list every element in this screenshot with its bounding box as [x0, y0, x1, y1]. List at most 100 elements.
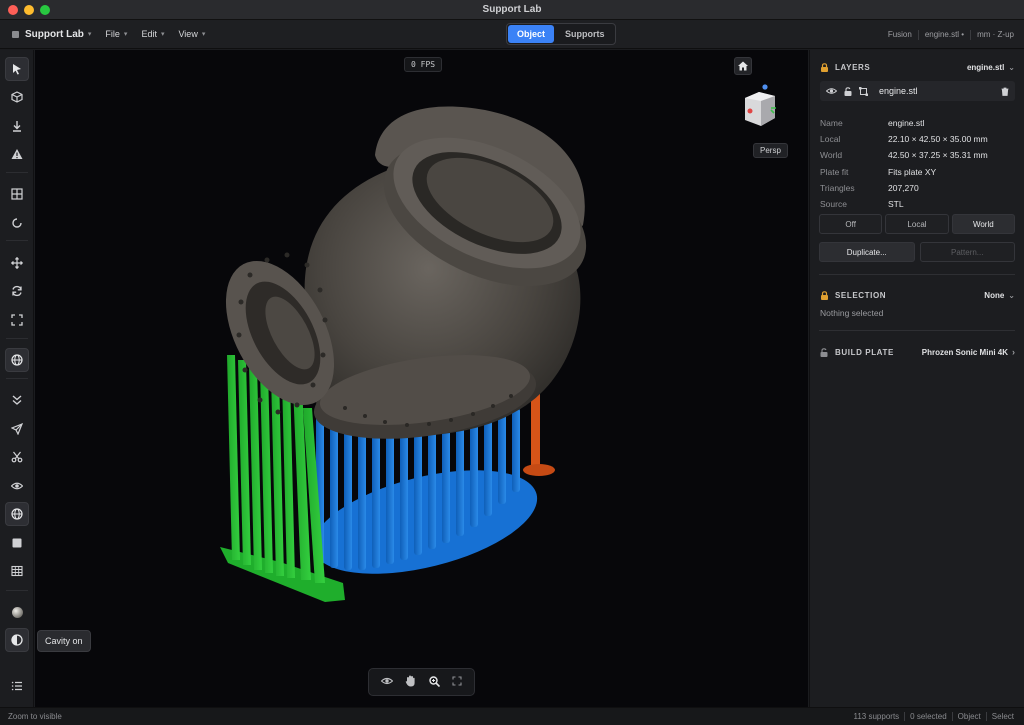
viewport-bottom-toolbar — [368, 668, 475, 696]
divider — [819, 330, 1015, 331]
bounding-box-icon — [859, 86, 868, 96]
sphere-icon — [11, 606, 23, 618]
prop-key: Name — [820, 118, 843, 129]
move-tool-button[interactable] — [5, 251, 29, 275]
chevron-down-icon: ▾ — [160, 31, 165, 38]
scene-render[interactable] — [35, 50, 808, 707]
visibility-tool-button[interactable] — [5, 474, 29, 498]
lock-icon — [821, 62, 828, 72]
blue-raft — [312, 470, 538, 574]
prop-value: 42.50 × 37.25 × 35.31 mm — [888, 150, 988, 161]
tab-object[interactable]: Object — [508, 25, 555, 43]
chevron-down-icon: ▾ — [123, 31, 128, 38]
home-view-button[interactable] — [734, 57, 752, 75]
zoom-window-button[interactable] — [40, 5, 50, 15]
pattern-button[interactable]: Pattern... — [919, 242, 1015, 262]
download-icon — [13, 121, 21, 132]
chevron-down-icon: ⌄ — [1008, 62, 1015, 72]
move-icon — [11, 257, 23, 269]
unlock-icon — [820, 347, 828, 357]
hand-icon — [406, 675, 415, 687]
send-icon — [11, 423, 23, 435]
prop-key: Plate fit — [820, 166, 849, 177]
chevron-down-icon: ⌄ — [1008, 290, 1015, 300]
unlock-icon — [844, 86, 852, 96]
layers-list-button[interactable] — [5, 674, 29, 698]
status-right: 113 supports 0 selected Object Select — [853, 712, 1014, 721]
pan-button[interactable] — [405, 675, 416, 689]
lock-icon — [821, 290, 828, 300]
prop-key: World — [820, 150, 843, 161]
primitive-tool-button[interactable] — [5, 85, 29, 109]
material-tool-button[interactable] — [5, 600, 29, 624]
space-off-button[interactable]: Off — [819, 214, 883, 234]
fullscreen-button[interactable] — [452, 676, 462, 688]
issues-tool-button[interactable] — [5, 142, 29, 166]
contrast-icon — [11, 634, 23, 646]
selection-empty-text: Nothing selected — [820, 308, 884, 318]
toolbar-divider — [6, 590, 28, 591]
prop-value: engine.stl — [888, 118, 925, 129]
tooltip-cavity: Cavity on — [37, 630, 91, 652]
status-hint: Zoom to visible — [8, 712, 62, 721]
support-count: 113 supports — [853, 712, 900, 721]
menu-view[interactable]: View ▾ — [178, 29, 205, 39]
warning-icon — [11, 149, 23, 159]
table-tool-button[interactable] — [5, 559, 29, 583]
layers-dropdown[interactable]: engine.stl ⌄ — [967, 63, 1015, 72]
projection-toggle[interactable]: Persp — [753, 143, 788, 158]
divider — [917, 29, 919, 40]
selection-header[interactable]: SELECTION None ⌄ — [820, 288, 1015, 302]
tab-supports[interactable]: Supports — [556, 25, 614, 43]
space-local-button[interactable]: Local — [885, 214, 949, 234]
prop-key: Triangles — [820, 182, 855, 193]
prop-row: Name engine.stl — [820, 115, 1015, 131]
cavity-tool-button[interactable] — [5, 628, 29, 652]
build-plate-selector[interactable]: Phrozen Sonic Mini 4K › — [922, 347, 1015, 357]
zoom-button[interactable] — [428, 675, 440, 689]
prop-value: 207,270 — [888, 182, 919, 193]
minimize-window-button[interactable] — [24, 5, 34, 15]
world-tool-button[interactable] — [5, 348, 29, 372]
solid-tool-button[interactable] — [5, 531, 29, 555]
prop-key: Source — [820, 199, 847, 210]
globe-icon — [11, 508, 23, 520]
grid-icon — [11, 188, 23, 200]
layers-header[interactable]: LAYERS engine.stl ⌄ — [820, 60, 1015, 74]
build-plate-header[interactable]: BUILD PLATE Phrozen Sonic Mini 4K › — [820, 345, 1015, 359]
rotate-tool-button[interactable] — [5, 279, 29, 303]
title-bar: Support Lab — [0, 0, 1024, 20]
layout-tool-button[interactable] — [5, 182, 29, 206]
status-mode: Object — [957, 712, 981, 721]
selection-dropdown[interactable]: None ⌄ — [984, 291, 1015, 300]
fps-counter: 0 FPS — [404, 57, 443, 72]
select-tool-button[interactable] — [5, 57, 29, 81]
fit-frame-icon — [11, 314, 23, 326]
environment-tool-button[interactable] — [5, 502, 29, 526]
cut-tool-button[interactable] — [5, 445, 29, 469]
square-icon — [12, 538, 22, 548]
duplicate-button[interactable]: Duplicate... — [819, 242, 915, 262]
menu-edit[interactable]: Edit ▾ — [141, 29, 164, 39]
engine-label: Fusion — [887, 30, 912, 39]
space-world-button[interactable]: World — [951, 214, 1015, 234]
prop-row: Source STL — [820, 196, 1015, 212]
trash-icon — [1001, 87, 1009, 96]
table-icon — [11, 565, 23, 577]
drop-tool-button[interactable] — [5, 388, 29, 412]
app-menu[interactable]: Support Lab ▾ — [12, 29, 91, 40]
orbit-tool-button[interactable] — [5, 211, 29, 235]
prop-row: World 42.50 × 37.25 × 35.31 mm — [820, 147, 1015, 163]
divider — [951, 712, 953, 721]
3d-viewport[interactable]: 0 FPS Persp — [35, 50, 808, 707]
space-toggle-group: Off Local World — [819, 214, 1015, 234]
layer-row[interactable]: engine.stl — [820, 81, 1015, 101]
eye-icon — [826, 88, 837, 94]
scissors-icon — [11, 451, 23, 463]
close-window-button[interactable] — [8, 5, 18, 15]
send-tool-button[interactable] — [5, 417, 29, 441]
import-tool-button[interactable] — [5, 114, 29, 138]
scale-tool-button[interactable] — [5, 308, 29, 332]
menu-file[interactable]: File ▾ — [105, 29, 127, 39]
view-eye-button[interactable] — [380, 676, 394, 688]
